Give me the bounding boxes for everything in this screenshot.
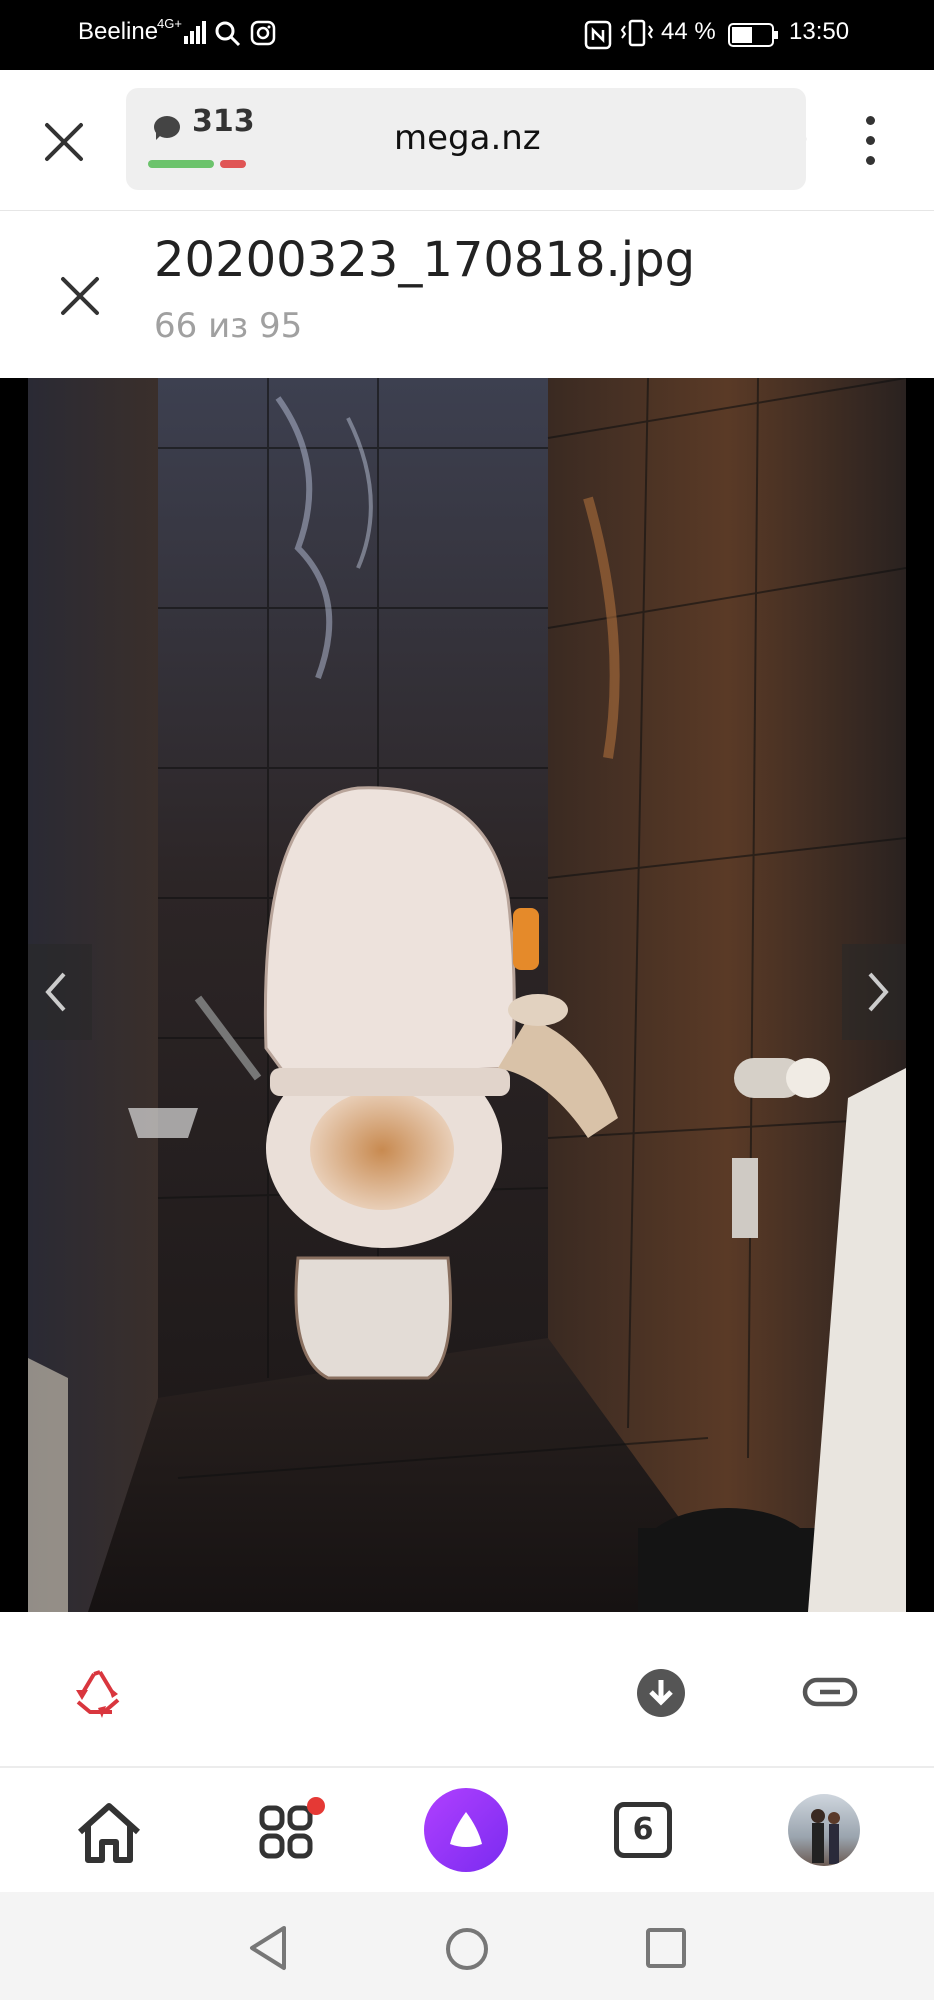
chevron-left-icon [45,972,66,1012]
previous-image-button[interactable] [28,944,92,1040]
system-navigation-bar [0,1892,934,2000]
services-grid-icon[interactable] [258,1796,328,1866]
instagram-icon [250,20,276,46]
browser-toolbar: 313 mega.nz [0,70,934,211]
file-name: 20200323_170818.jpg [154,232,696,288]
battery-icon [728,23,778,47]
search-icon [215,21,241,47]
close-tab-icon[interactable] [42,120,86,164]
image-viewer [0,378,934,1612]
photo[interactable] [28,378,906,1612]
battery-percent: 44 % [661,18,716,45]
more-menu-icon[interactable] [860,116,880,166]
tabs-button[interactable]: 6 [614,1802,672,1858]
signal-icon [184,21,206,44]
get-link-icon[interactable] [802,1672,858,1712]
comment-bubble-icon [154,116,180,140]
url-text[interactable]: mega.nz [394,118,541,158]
rating-bar-negative [220,160,246,168]
rating-bar-positive [148,160,214,168]
alice-assistant-button[interactable] [424,1788,508,1872]
comment-count[interactable]: 313 [192,104,255,139]
profile-avatar[interactable] [788,1794,860,1866]
close-viewer-icon[interactable] [58,274,102,318]
chevron-right-icon [868,972,889,1012]
nfc-icon [584,20,612,50]
home-icon[interactable] [74,1800,144,1864]
photo-image [28,378,906,1612]
address-bar-arrow [783,88,807,190]
file-header: 20200323_170818.jpg 66 из 95 [0,212,934,378]
status-bar: Beeline 4G+ 44 % 13:50 [0,0,934,70]
vibrate-icon [620,19,654,47]
recent-apps-icon[interactable] [644,1926,688,1970]
carrier-label: Beeline [78,18,159,45]
address-bar[interactable]: 313 mega.nz [126,88,806,190]
file-counter: 66 из 95 [154,306,303,346]
browser-bottom-nav: 6 [0,1768,934,1892]
file-action-bar [0,1612,934,1768]
avatar-image [811,1809,840,1864]
alice-icon [450,1812,482,1847]
home-circle-icon[interactable] [444,1926,490,1972]
next-image-button[interactable] [842,944,906,1040]
tabs-count: 6 [632,1812,654,1847]
back-icon[interactable] [246,1924,290,1972]
rubbish-bin-icon[interactable] [72,1668,128,1718]
download-icon[interactable] [636,1668,686,1718]
clock: 13:50 [789,18,850,45]
